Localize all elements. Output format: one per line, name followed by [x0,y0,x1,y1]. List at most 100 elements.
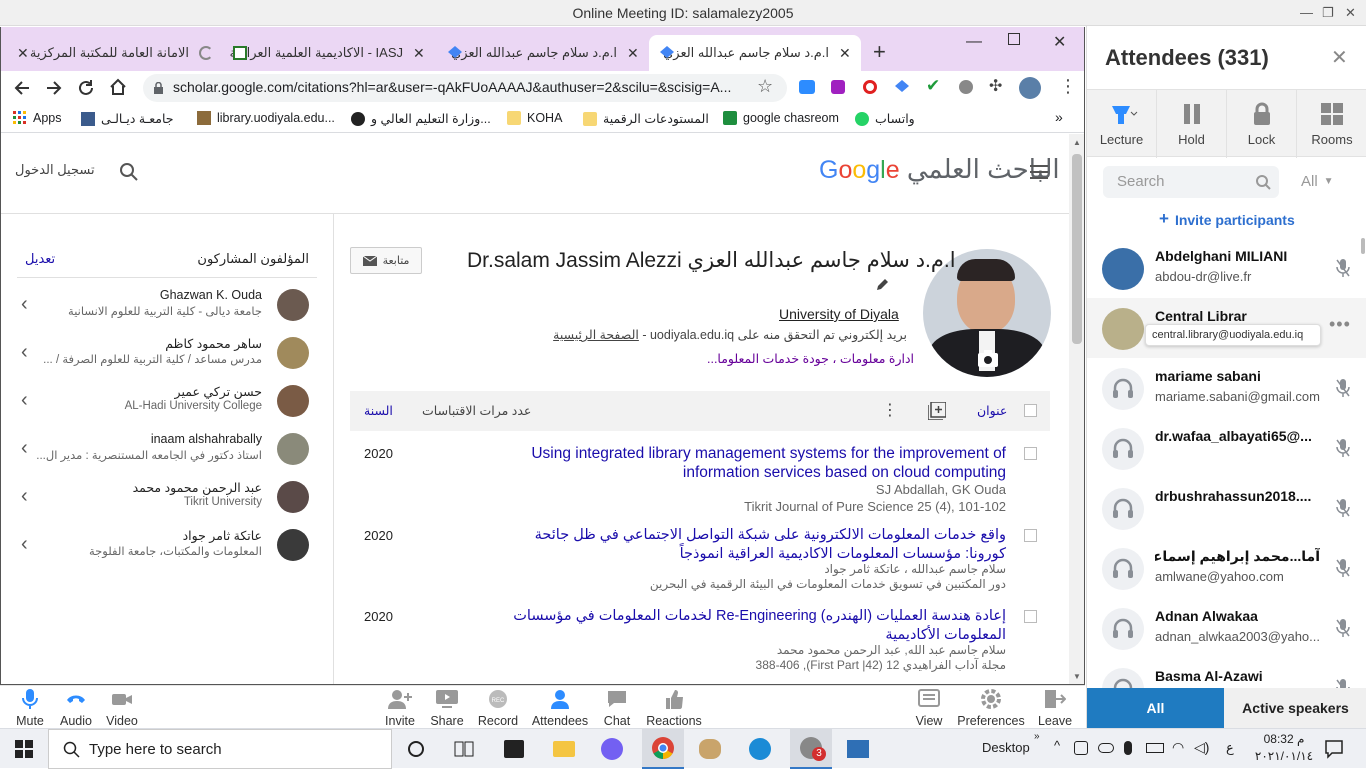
hamburger-menu-icon[interactable] [1029,164,1049,180]
leave-button[interactable]: Leave [1036,686,1074,729]
sort-year[interactable]: السنة [364,403,393,418]
coauthor-name[interactable]: عاتكة ثامر جواد [32,528,262,543]
bookmark-library[interactable]: library.uodiyala.edu... [197,111,335,125]
coauthor-item[interactable]: ‹ inaam alshahrabally استاذ دكتور في الجام… [1,429,334,473]
close-tab-icon[interactable]: ✕ [17,45,29,62]
viber-button[interactable] [594,729,630,769]
minimize-icon[interactable]: — [966,33,982,51]
home-icon[interactable] [109,78,127,96]
extension-icon[interactable] [831,80,845,94]
coauthor-item[interactable]: ‹ حسن تركي عمير AL-Hadi University College [1,381,334,425]
bookmark-apps[interactable]: Apps [13,111,62,125]
chevron-left-icon[interactable]: ‹ [21,437,28,460]
desktop-toolbar-label[interactable]: Desktop [982,740,1030,755]
check-extension-icon[interactable]: ✔ [926,76,940,96]
close-window-icon[interactable]: ✕ [1345,5,1356,21]
cortana-button[interactable] [398,729,434,769]
more-actions-icon[interactable]: ⋮ [882,400,898,420]
maximize-icon[interactable] [1008,33,1020,45]
close-tab-icon[interactable]: ✕ [413,45,425,62]
toolbar-expand-icon[interactable]: » [1034,731,1040,742]
attendee-row[interactable]: آما...محمد إبراهيم إسماعيل amlwane@yahoo.… [1087,538,1366,598]
coauthor-item[interactable]: ‹ Ghazwan K. Ouda جامعة ديالى - كلية الترب… [1,285,334,329]
coauthor-name[interactable]: Ghazwan K. Ouda [32,288,262,302]
coauthor-item[interactable]: ‹ عبد الرحمن محمود محمد Tikrit University [1,477,334,521]
microphone-tray-icon[interactable] [1124,741,1132,755]
edge-button[interactable] [742,729,778,769]
bookmark-koha[interactable]: KOHA [507,111,562,125]
preferences-button[interactable]: Preferences [956,686,1026,729]
homepage-link[interactable]: الصفحة الرئيسية [553,328,639,342]
article-title[interactable]: إعادة هندسة العمليات (الهندره) Re-Engine… [490,607,1006,645]
share-button[interactable]: Share [428,686,466,729]
chevron-left-icon[interactable]: ‹ [21,389,28,412]
browser-tab-3[interactable]: ا.م.د سلام جاسم عبدالله العزي ✕ [437,35,649,71]
battery-icon[interactable] [1146,743,1164,753]
chevron-left-icon[interactable]: ‹ [21,341,28,364]
camera-icon[interactable] [977,348,999,368]
address-bar[interactable]: scholar.google.com/citations?hl=ar&user=… [143,74,787,102]
research-interests[interactable]: ادارة معلومات ، جودة خدمات المعلوما... [707,351,914,366]
search-icon[interactable] [119,162,139,182]
bookmark-ministry[interactable]: وزارة التعليم العالي و... [351,111,491,126]
meeting-app-button[interactable]: 3 [790,729,832,769]
attendee-row[interactable]: Central Librar central.library@uodiyala.e… [1087,298,1366,358]
more-options-icon[interactable]: ••• [1329,314,1351,335]
chevron-left-icon[interactable]: ‹ [21,293,28,316]
clock[interactable]: م 08:32 ٢٠٢١/٠١/١٤ [1252,731,1316,765]
article-checkbox[interactable] [1024,447,1037,460]
sort-title[interactable]: عنوان [977,403,1007,418]
attendee-row[interactable]: dr.wafaa_albayati65@... [1087,418,1366,478]
notifications-icon[interactable] [1324,739,1344,759]
sign-in-link[interactable]: تسجيل الدخول [15,162,95,178]
coauthor-name[interactable]: ساهر محمود كاظم [32,336,262,351]
browser-tab-4-active[interactable]: ا.م.د سلام جاسم عبدالله العزي ✕ [649,35,861,71]
attendee-row[interactable]: mariame sabani mariame.sabani@gmail.com [1087,358,1366,418]
close-browser-icon[interactable]: ✕ [1053,32,1066,52]
chat-button[interactable]: Chat [600,686,634,729]
store-button[interactable] [496,729,532,769]
coauthor-name[interactable]: حسن تركي عمير [32,384,262,399]
forward-icon[interactable] [45,79,63,97]
browser-tab-1[interactable]: الامانة العامة للمكتبة المركزية ✕ [9,35,221,71]
hold-button[interactable]: Hold [1157,90,1227,158]
article-checkbox[interactable] [1024,529,1037,542]
onedrive-cloud-icon[interactable] [1098,743,1114,753]
follow-button[interactable]: متابعة [350,247,422,274]
reload-icon[interactable] [77,79,95,97]
edit-coauthors-link[interactable]: تعديل [25,251,55,267]
attendee-row[interactable]: drbushrahassun2018.... [1087,478,1366,538]
lecture-button[interactable]: Lecture [1087,90,1157,158]
scholar-extension-icon[interactable] [894,79,910,95]
select-all-checkbox[interactable] [1024,404,1037,417]
file-explorer-button[interactable] [546,729,582,769]
article-checkbox[interactable] [1024,610,1037,623]
record-button[interactable]: REC Record [476,686,520,729]
wifi-icon[interactable]: ◠ [1172,739,1184,756]
view-button[interactable]: View [912,686,946,729]
back-icon[interactable] [13,79,31,97]
chevron-left-icon[interactable]: ‹ [21,485,28,508]
bookmark-star-icon[interactable]: ☆ [757,76,773,97]
mute-button[interactable]: Mute [12,686,48,729]
task-view-button[interactable] [446,729,482,769]
filter-dropdown[interactable]: All ▼ [1301,173,1334,190]
muted-microphone-icon[interactable] [1335,498,1351,518]
input-language[interactable]: ع [1226,740,1234,756]
taskbar-search-box[interactable]: Type here to search [48,729,392,769]
chevron-left-icon[interactable]: ‹ [21,533,28,556]
reactions-button[interactable]: Reactions [644,686,704,729]
tab-active-speakers[interactable]: Active speakers [1224,688,1366,728]
attendee-row[interactable]: Abdelghani MILIANI abdou-dr@live.fr [1087,238,1366,298]
more-bookmarks-icon[interactable]: » [1055,109,1063,125]
close-panel-icon[interactable]: ✕ [1331,45,1348,70]
sort-cited[interactable]: عدد مرات الاقتباسات [422,403,531,418]
minimize-window-icon[interactable]: — [1300,5,1313,20]
invite-participants-link[interactable]: + Invite participants [1159,210,1295,228]
coauthor-item[interactable]: ‹ عاتكة ثامر جواد المعلومات والمكتبات، جام… [1,525,334,569]
new-tab-button[interactable]: + [873,39,886,65]
restore-window-icon[interactable]: ❐ [1322,5,1334,21]
bookmark-repositories[interactable]: المستودعات الرقمية [583,111,709,126]
close-tab-icon[interactable]: ✕ [627,45,639,62]
photos-button[interactable] [840,729,876,769]
